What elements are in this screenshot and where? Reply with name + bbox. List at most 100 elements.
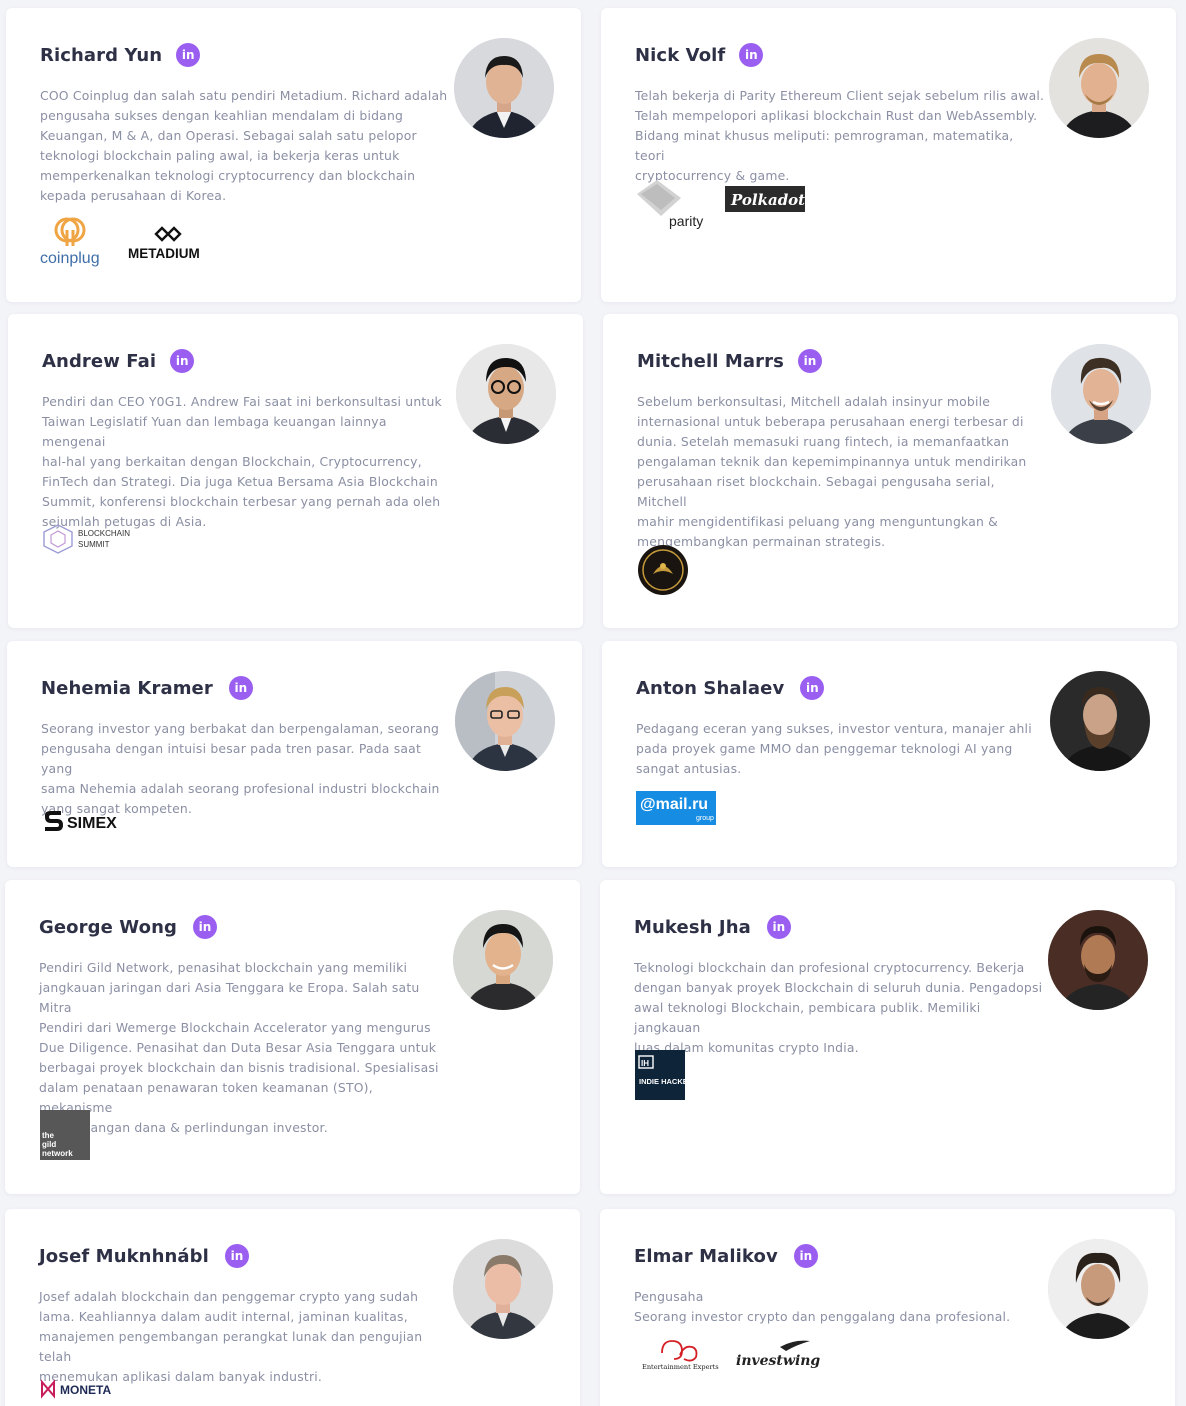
team-card: Elmar Malikov in Pengusaha Seorang inves… (600, 1209, 1175, 1406)
simex-logo: SIMEX (45, 811, 117, 832)
entertainment-experts-logo: Entertainment Experts (642, 1340, 719, 1371)
team-card: Josef Muknhnábl in Josef adalah blockcha… (5, 1209, 580, 1406)
linkedin-icon[interactable]: in (739, 43, 764, 67)
linkedin-icon[interactable]: in (176, 43, 201, 67)
member-name: Andrew Fai (42, 350, 157, 372)
bio-line: Seorang investor yang berbakat dan berpe… (41, 721, 440, 736)
company-logos: BLOCKCHAIN SUMMIT (42, 522, 132, 556)
bio-line: Pedagang eceran yang sukses, investor ve… (636, 721, 1032, 736)
member-name: Mitchell Marrs (637, 350, 784, 372)
parity-logo: parity (637, 180, 703, 229)
company-logos: IH INDIE HACKERS (635, 1050, 685, 1100)
svg-text:group: group (696, 815, 714, 822)
linkedin-icon[interactable]: in (192, 915, 217, 939)
bio-line: COO Coinplug dan salah satu pendiri Meta… (40, 88, 448, 103)
avatar (456, 344, 556, 444)
member-bio: Sebelum berkonsultasi, Mitchell adalah i… (637, 392, 1047, 552)
bio-line: Taiwan Legislatif Yuan dan lembaga keuan… (42, 414, 387, 449)
member-name: Josef Muknhnábl (39, 1245, 209, 1267)
polkadot-logo: Polkadot. (725, 186, 805, 212)
avatar (1051, 344, 1151, 444)
bio-line: awal teknologi Blockchain, pembicara pub… (634, 1000, 981, 1035)
svg-text:INDIE HACKERS: INDIE HACKERS (639, 1077, 685, 1086)
bio-line: hal-hal yang berkaitan dengan Blockchain… (42, 454, 422, 469)
linkedin-icon[interactable]: in (170, 349, 195, 373)
bio-line: mahir mengidentifikasi peluang yang meng… (637, 514, 999, 529)
bio-line: manajemen pengembangan perangkat lunak d… (39, 1329, 423, 1364)
member-name: Elmar Malikov (634, 1245, 778, 1267)
mailru-logo: @mail.ru group (636, 791, 716, 825)
avatar (1050, 671, 1150, 771)
member-bio: Teknologi blockchain dan profesional cry… (634, 958, 1044, 1058)
svg-text:Polkadot.: Polkadot. (730, 191, 805, 209)
bio-line: Keuangan, M & A, dan Operasi. Sebagai sa… (40, 128, 417, 143)
bio-line: Telah mempelopori aplikasi blockchain Ru… (635, 108, 1038, 123)
member-name: Anton Shalaev (636, 677, 785, 699)
indie-hackers-logo: IH INDIE HACKERS (635, 1050, 685, 1100)
linkedin-icon[interactable]: in (224, 1244, 249, 1268)
svg-text:BLOCKCHAINSUMMIT: BLOCKCHAIN SUMMIT (78, 529, 130, 549)
investwing-logo: investwing (736, 1340, 820, 1369)
bio-line: Pengusaha (634, 1289, 704, 1304)
bio-line: Summit, konferensi blockchain terbesar y… (42, 494, 441, 509)
company-logos (637, 544, 689, 596)
member-bio: Seorang investor yang berbakat dan berpe… (41, 719, 451, 819)
linkedin-icon[interactable]: in (766, 915, 791, 939)
member-bio: Josef adalah blockchain dan penggemar cr… (39, 1287, 449, 1387)
bio-line: dunia. Setelah memasuki ruang fintech, i… (637, 434, 1010, 449)
svg-text:Entertainment Experts: Entertainment Experts (642, 1363, 719, 1371)
team-card: Nick Volf in Telah bekerja di Parity Eth… (601, 8, 1176, 302)
company-logos: Entertainment Experts investwing (640, 1337, 824, 1371)
bio-line: FinTech dan Strategi. Dia juga Ketua Ber… (42, 474, 438, 489)
avatar (453, 1239, 553, 1339)
svg-text:IH: IH (641, 1059, 649, 1068)
team-card: Anton Shalaev in Pedagang eceran yang su… (602, 641, 1177, 867)
bio-line: mengembangkan permainan strategis. (637, 534, 886, 549)
team-card: Nehemia Kramer in Seorang investor yang … (7, 641, 582, 867)
bio-line: jangkauan jaringan dari Asia Tenggara ke… (39, 980, 420, 1015)
emblem-logo (638, 545, 688, 595)
metadium-logo: METADIUM (128, 226, 200, 261)
member-name: George Wong (39, 916, 177, 938)
member-name: Richard Yun (40, 44, 163, 66)
linkedin-icon[interactable]: in (228, 676, 253, 700)
linkedin-icon[interactable]: in (793, 1244, 818, 1268)
bio-line: dengan banyak proyek Blockchain di selur… (634, 980, 1043, 995)
team-card: Andrew Fai in Pendiri dan CEO Y0G1. Andr… (8, 314, 583, 628)
bio-line: kepada perusahaan di Korea. (40, 188, 227, 203)
bio-line: Josef adalah blockchain dan penggemar cr… (39, 1289, 419, 1304)
bio-line: memperkenalkan teknologi cryptocurrency … (40, 168, 416, 183)
member-name: Nick Volf (635, 44, 726, 66)
company-logos: the gild network (40, 1110, 90, 1160)
svg-text:coinplug: coinplug (40, 250, 100, 267)
linkedin-icon[interactable]: in (797, 349, 822, 373)
bio-line: dalam penataan penawaran token keamanan … (39, 1080, 373, 1115)
bio-line: pengalaman teknik dan kepemimpinannya un… (637, 454, 1027, 469)
linkedin-icon[interactable]: in (800, 676, 825, 700)
bio-line: teknologi blockchain paling awal, ia bek… (40, 148, 400, 163)
bio-line: pada proyek game MMO dan penggemar tekno… (636, 741, 1013, 756)
moneta-logo: MONETA (41, 1379, 111, 1399)
bio-line: Pendiri Gild Network, penasihat blockcha… (39, 960, 408, 975)
member-bio: Telah bekerja di Parity Ethereum Client … (635, 86, 1045, 186)
svg-text:METADIUM: METADIUM (128, 246, 200, 261)
bio-line: Pendiri dan CEO Y0G1. Andrew Fai saat in… (42, 394, 442, 409)
bio-line: perusahaan riset blockchain. Sebagai pen… (637, 474, 995, 509)
member-bio: Pendiri Gild Network, penasihat blockcha… (39, 958, 449, 1138)
bio-line: Telah bekerja di Parity Ethereum Client … (635, 88, 1045, 103)
company-logos: @mail.ru group (636, 791, 716, 825)
team-card: Richard Yun in COO Coinplug dan salah sa… (6, 8, 581, 302)
bio-line: luas dalam komunitas crypto India. (634, 1040, 859, 1055)
team-card: George Wong in Pendiri Gild Network, pen… (5, 880, 580, 1194)
avatar (1048, 910, 1148, 1010)
blockchain-summit-logo: BLOCKCHAIN SUMMIT (43, 524, 130, 554)
member-bio: Pengusaha Seorang investor crypto dan pe… (634, 1287, 1044, 1327)
bio-line: Bidang minat khusus meliputi: pemrograma… (635, 128, 1014, 163)
svg-text:investwing: investwing (736, 1353, 820, 1369)
team-card: Mitchell Marrs in Sebelum berkonsultasi,… (603, 314, 1178, 628)
avatar (454, 38, 554, 138)
member-name: Nehemia Kramer (41, 677, 213, 699)
company-logos: parity Polkadot. (635, 176, 805, 230)
avatar (1048, 1239, 1148, 1339)
bio-line: pengusaha dengan intuisi besar pada tren… (41, 741, 422, 776)
